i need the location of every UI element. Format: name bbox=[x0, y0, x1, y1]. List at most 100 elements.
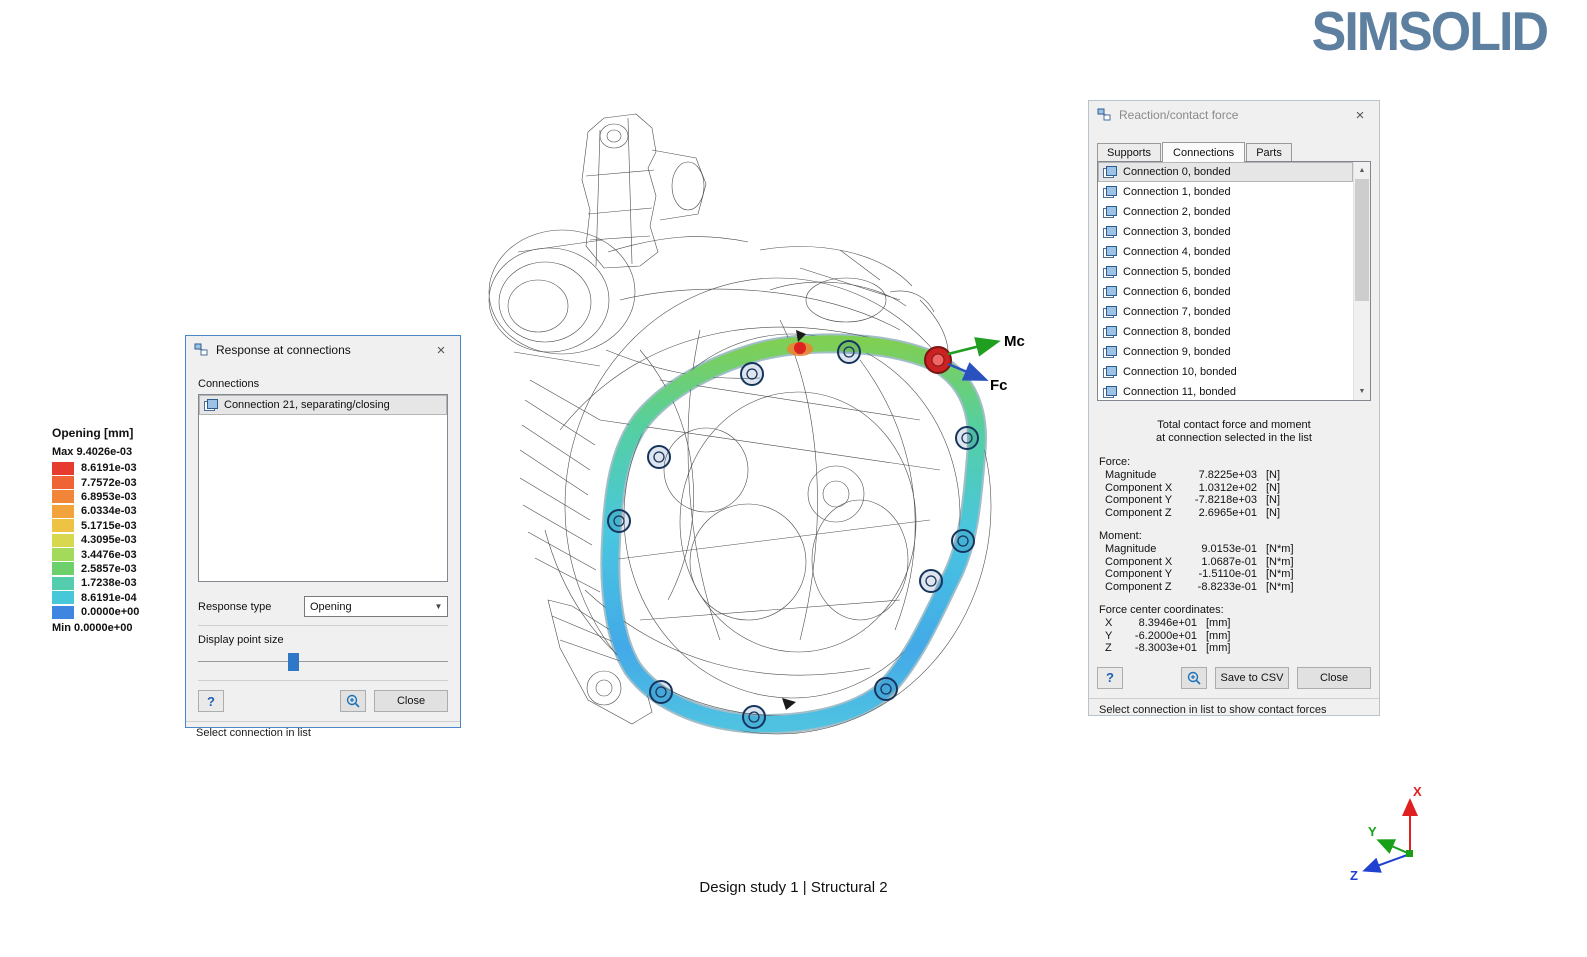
x-axis-label: X bbox=[1413, 784, 1422, 799]
force-row: Magnitude7.8225e+03[N] bbox=[1089, 469, 1379, 482]
color-swatch bbox=[52, 519, 74, 532]
list-item[interactable]: Connection 10, bonded bbox=[1098, 362, 1353, 382]
dialog-title: Reaction/contact force bbox=[1119, 108, 1340, 122]
slider-track bbox=[198, 661, 448, 662]
list-item[interactable]: Connection 21, separating/closing bbox=[199, 395, 447, 415]
tab-supports[interactable]: Supports bbox=[1097, 143, 1161, 161]
moment-vector-arrow bbox=[948, 342, 996, 354]
connection-icon bbox=[204, 399, 218, 411]
connection-label: Connection 7, bonded bbox=[1123, 306, 1231, 318]
model-viewport[interactable]: Mc Fc bbox=[480, 95, 1040, 785]
moment-row: Magnitude9.0153e-01[N*m] bbox=[1089, 543, 1379, 556]
triad-origin bbox=[1406, 850, 1413, 857]
list-item[interactable]: Connection 7, bonded bbox=[1098, 302, 1353, 322]
list-item[interactable]: Connection 6, bonded bbox=[1098, 282, 1353, 302]
connection-label: Connection 21, separating/closing bbox=[224, 399, 390, 411]
list-item[interactable]: Connection 11, bonded bbox=[1098, 382, 1353, 401]
force-label: Fc bbox=[990, 377, 1008, 394]
close-button[interactable]: Close bbox=[374, 690, 448, 712]
dialog-titlebar[interactable]: Reaction/contact force × bbox=[1089, 101, 1379, 129]
list-item[interactable]: Connection 3, bonded bbox=[1098, 222, 1353, 242]
legend-entry: 5.1715e-03 bbox=[52, 519, 139, 533]
connection-icon bbox=[1103, 166, 1117, 178]
connection-icon bbox=[1103, 386, 1117, 398]
tab-parts[interactable]: Parts bbox=[1246, 143, 1292, 161]
response-type-select[interactable]: Opening ▼ bbox=[304, 596, 448, 617]
dialog-titlebar[interactable]: Response at connections × bbox=[186, 336, 460, 364]
connection-label: Connection 10, bonded bbox=[1123, 366, 1237, 378]
legend-entry: 4.3095e-03 bbox=[52, 533, 139, 547]
connection-icon bbox=[1103, 246, 1117, 258]
list-item[interactable]: Connection 9, bonded bbox=[1098, 342, 1353, 362]
scroll-down-icon[interactable]: ▼ bbox=[1354, 383, 1370, 400]
color-swatch bbox=[52, 606, 74, 619]
color-swatch bbox=[52, 490, 74, 503]
slider-handle[interactable] bbox=[288, 653, 299, 671]
divider bbox=[198, 625, 448, 626]
y-axis-arrow bbox=[1380, 841, 1410, 854]
result-legend: Opening [mm] Max 9.4026e-03 8.6191e-03 7… bbox=[52, 426, 139, 637]
connection-label: Connection 4, bonded bbox=[1123, 246, 1231, 258]
coordinate-row: Y-6.2000e+01[mm] bbox=[1089, 630, 1379, 643]
connection-label: Connection 1, bonded bbox=[1123, 186, 1231, 198]
list-item[interactable]: Connection 0, bonded bbox=[1098, 162, 1353, 182]
legend-entry: 0.0000e+00 bbox=[52, 605, 139, 619]
connection-icon bbox=[1103, 266, 1117, 278]
color-swatch bbox=[52, 476, 74, 489]
legend-entry: 7.7572e-03 bbox=[52, 475, 139, 489]
help-button[interactable]: ? bbox=[198, 690, 224, 712]
list-item[interactable]: Connection 1, bonded bbox=[1098, 182, 1353, 202]
moment-row: Component Z-8.8233e-01[N*m] bbox=[1089, 581, 1379, 594]
color-swatch bbox=[52, 577, 74, 590]
point-size-slider[interactable] bbox=[198, 652, 448, 672]
coordinate-triad[interactable]: X Y Z bbox=[1340, 780, 1440, 885]
connection-icon bbox=[1103, 286, 1117, 298]
design-study-caption: Design study 1 | Structural 2 bbox=[0, 879, 1587, 896]
response-at-connections-dialog: Response at connections × Connections Co… bbox=[185, 335, 461, 728]
zoom-button[interactable] bbox=[1181, 667, 1207, 689]
color-swatch bbox=[52, 505, 74, 518]
response-connections-list[interactable]: Connection 21, separating/closing bbox=[198, 394, 448, 582]
scrollbar[interactable]: ▲ ▼ bbox=[1353, 162, 1370, 400]
scroll-up-icon[interactable]: ▲ bbox=[1354, 162, 1370, 179]
list-item[interactable]: Connection 2, bonded bbox=[1098, 202, 1353, 222]
save-to-csv-button[interactable]: Save to CSV bbox=[1215, 667, 1289, 689]
force-row: Component Z2.6965e+01[N] bbox=[1089, 507, 1379, 520]
color-swatch bbox=[52, 562, 74, 575]
magnifier-icon bbox=[346, 694, 360, 708]
connection-label: Connection 3, bonded bbox=[1123, 226, 1231, 238]
y-axis-label: Y bbox=[1368, 824, 1377, 839]
legend-title: Opening [mm] bbox=[52, 426, 139, 440]
connection-icon bbox=[1103, 186, 1117, 198]
close-icon[interactable]: × bbox=[1347, 104, 1373, 126]
connection-label: Connection 2, bonded bbox=[1123, 206, 1231, 218]
list-item[interactable]: Connection 8, bonded bbox=[1098, 322, 1353, 342]
connections-section-label: Connections bbox=[198, 378, 448, 390]
legend-entry: 1.7238e-03 bbox=[52, 576, 139, 590]
color-swatch bbox=[52, 591, 74, 604]
legend-entry: 6.0334e-03 bbox=[52, 504, 139, 518]
color-swatch bbox=[52, 534, 74, 547]
scrollbar-thumb[interactable] bbox=[1355, 179, 1369, 301]
z-axis-arrow bbox=[1366, 854, 1410, 870]
moment-row: Component Y-1.5110e-01[N*m] bbox=[1089, 568, 1379, 581]
tab-connections[interactable]: Connections bbox=[1162, 142, 1245, 162]
color-swatch bbox=[52, 548, 74, 561]
connection-label: Connection 11, bonded bbox=[1123, 386, 1236, 398]
help-button[interactable]: ? bbox=[1097, 667, 1123, 689]
list-item[interactable]: Connection 5, bonded bbox=[1098, 262, 1353, 282]
reaction-connections-list[interactable]: Connection 0, bonded Connection 1, bonde… bbox=[1097, 161, 1371, 401]
dialog-icon bbox=[1097, 108, 1112, 122]
connection-icon bbox=[1103, 326, 1117, 338]
magnifier-icon bbox=[1187, 671, 1201, 685]
legend-entry: 3.4476e-03 bbox=[52, 547, 139, 561]
close-icon[interactable]: × bbox=[428, 339, 454, 361]
chevron-down-icon: ▼ bbox=[430, 602, 447, 611]
list-item[interactable]: Connection 4, bonded bbox=[1098, 242, 1353, 262]
moment-group: Moment: Magnitude9.0153e-01[N*m] Compone… bbox=[1089, 530, 1379, 593]
force-center-group: Force center coordinates: X8.3946e+01[mm… bbox=[1089, 604, 1379, 655]
connection-icon bbox=[1103, 346, 1117, 358]
close-button[interactable]: Close bbox=[1297, 667, 1371, 689]
dialog-title: Response at connections bbox=[216, 343, 421, 357]
zoom-button[interactable] bbox=[340, 690, 366, 712]
